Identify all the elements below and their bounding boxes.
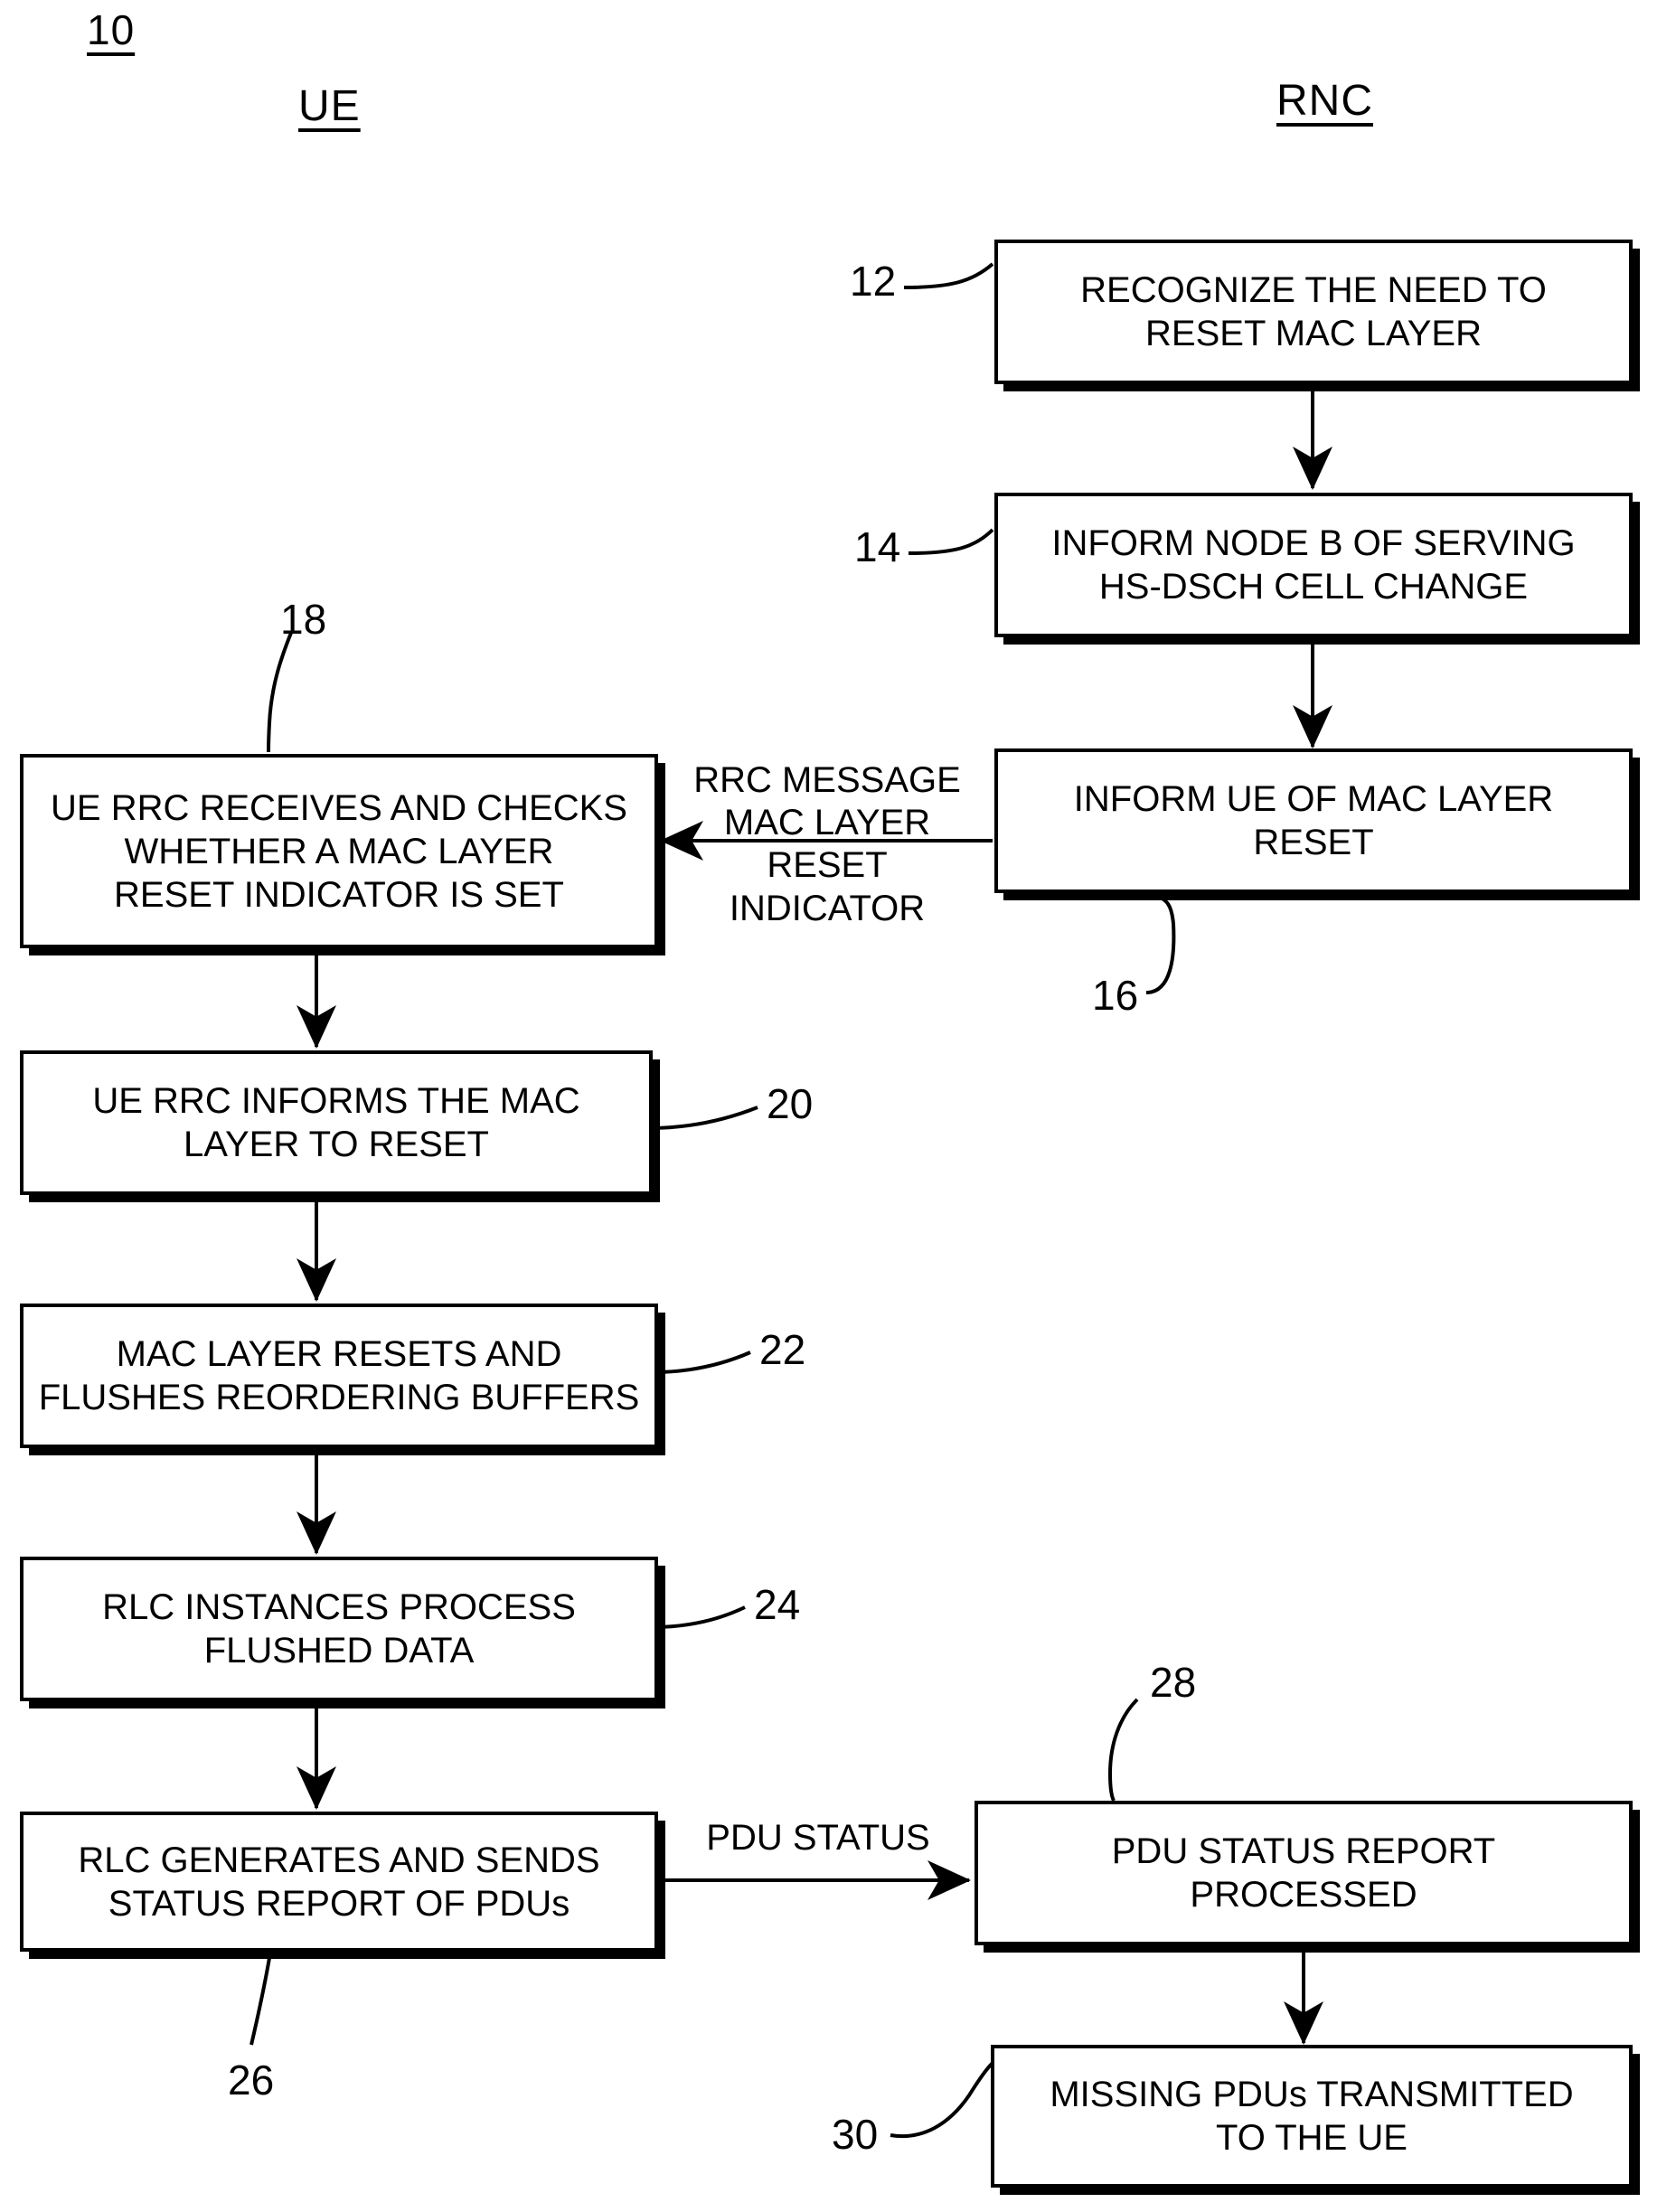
- process-box-22[interactable]: MAC LAYER RESETS AND FLUSHES REORDERING …: [20, 1304, 658, 1448]
- edge-label-pdu-status: PDU STATUS: [706, 1818, 930, 1858]
- process-box-22-label: MAC LAYER RESETS AND FLUSHES REORDERING …: [38, 1334, 640, 1417]
- process-box-20-label: UE RRC INFORMS THE MAC LAYER TO RESET: [92, 1081, 580, 1164]
- reference-numeral-16: 16: [1092, 972, 1139, 1019]
- column-heading-ue: UE: [298, 82, 361, 130]
- leader-line-12: [903, 262, 994, 289]
- process-box-26[interactable]: RLC GENERATES AND SENDS STATUS REPORT OF…: [20, 1812, 658, 1952]
- process-box-14-label: INFORM NODE B OF SERVING HS-DSCH CELL CH…: [1051, 523, 1576, 607]
- process-box-18-label: UE RRC RECEIVES AND CHECKS WHETHER A MAC…: [51, 787, 627, 915]
- process-box-16[interactable]: INFORM UE OF MAC LAYER RESET: [994, 748, 1633, 893]
- leader-line-22: [652, 1351, 751, 1374]
- leader-line-30: [890, 2061, 994, 2139]
- leader-line-20: [648, 1106, 758, 1130]
- process-box-30[interactable]: MISSING PDUs TRANSMITTED TO THE UE: [991, 2045, 1633, 2188]
- reference-numeral-14: 14: [854, 523, 901, 570]
- figure-number: 10: [87, 6, 136, 53]
- figure-canvas: 10 UE RNC RECOGNIZE THE NEED TO RESET MA…: [0, 0, 1676, 2212]
- process-box-20[interactable]: UE RRC INFORMS THE MAC LAYER TO RESET: [20, 1050, 653, 1195]
- reference-numeral-24: 24: [754, 1581, 801, 1628]
- process-box-28[interactable]: PDU STATUS REPORT PROCESSED: [975, 1801, 1633, 1945]
- process-box-30-label: MISSING PDUs TRANSMITTED TO THE UE: [1050, 2075, 1574, 2158]
- leader-line-18: [267, 632, 293, 753]
- process-box-12[interactable]: RECOGNIZE THE NEED TO RESET MAC LAYER: [994, 240, 1633, 384]
- process-box-24[interactable]: RLC INSTANCES PROCESS FLUSHED DATA: [20, 1557, 658, 1701]
- process-box-28-label: PDU STATUS REPORT PROCESSED: [1111, 1831, 1496, 1915]
- reference-numeral-30: 30: [832, 2111, 879, 2158]
- reference-numeral-28: 28: [1150, 1659, 1197, 1706]
- process-box-16-label: INFORM UE OF MAC LAYER RESET: [1073, 779, 1554, 862]
- leader-line-24: [652, 1605, 746, 1629]
- leader-line-16: [1145, 895, 1176, 994]
- reference-numeral-12: 12: [850, 258, 897, 305]
- edge-label-rrc-message: RRC MESSAGE MAC LAYER RESET INDICATOR: [693, 760, 961, 928]
- column-heading-rnc: RNC: [1276, 77, 1373, 125]
- process-box-12-label: RECOGNIZE THE NEED TO RESET MAC LAYER: [1080, 270, 1547, 353]
- reference-numeral-22: 22: [759, 1326, 806, 1373]
- reference-numeral-26: 26: [228, 2057, 275, 2104]
- process-box-24-label: RLC INSTANCES PROCESS FLUSHED DATA: [102, 1587, 576, 1671]
- leader-line-14: [908, 528, 994, 555]
- process-box-26-label: RLC GENERATES AND SENDS STATUS REPORT OF…: [78, 1840, 600, 1924]
- process-box-18[interactable]: UE RRC RECEIVES AND CHECKS WHETHER A MAC…: [20, 754, 658, 948]
- leader-line-28: [1107, 1698, 1139, 1802]
- process-box-14[interactable]: INFORM NODE B OF SERVING HS-DSCH CELL CH…: [994, 493, 1633, 637]
- reference-numeral-18: 18: [280, 596, 327, 643]
- leader-line-26: [250, 1957, 271, 2046]
- reference-numeral-20: 20: [767, 1080, 814, 1127]
